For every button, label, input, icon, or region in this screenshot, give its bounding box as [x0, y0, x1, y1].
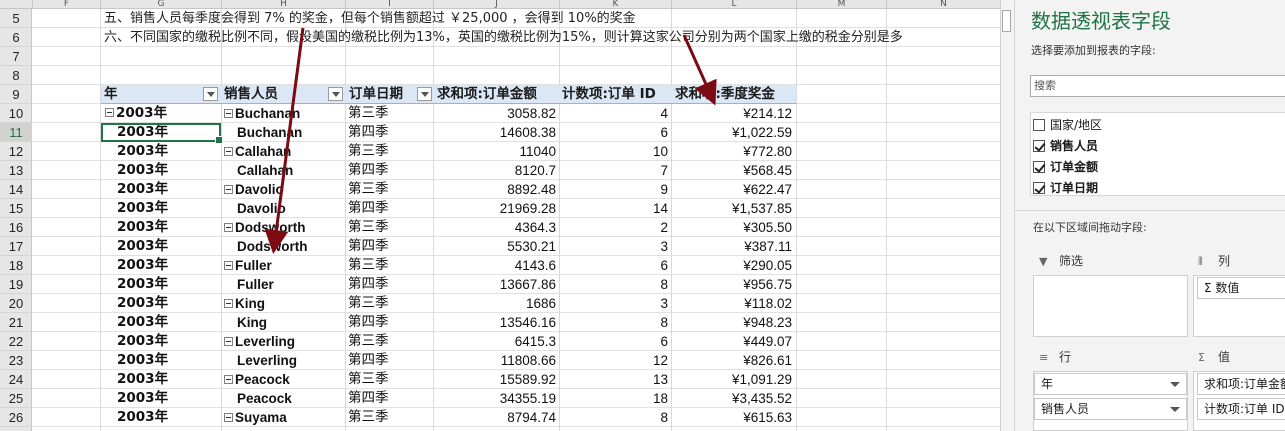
- rows-item-year[interactable]: 年: [1034, 373, 1187, 395]
- pane-title: 数据透视表字段: [1031, 9, 1171, 33]
- filter-area-label: 筛选: [1059, 254, 1084, 268]
- annotation-arrows: [264, 27, 717, 254]
- field-label: 销售人员: [1050, 139, 1099, 153]
- arrow-to-bonus-header: [682, 34, 717, 106]
- field-item-country[interactable]: 国家/地区: [1033, 116, 1102, 135]
- rows-item-salesperson[interactable]: 销售人员: [1034, 398, 1187, 420]
- chevron-down-icon[interactable]: [1170, 407, 1180, 412]
- columns-icon: ⦀: [1198, 255, 1203, 268]
- field-item-salesperson[interactable]: 销售人员: [1033, 137, 1098, 156]
- filter-area-header: ▼ 筛选: [1039, 252, 1083, 270]
- values-item-count-order-id[interactable]: 计数项:订单 ID: [1197, 398, 1285, 420]
- field-label: 国家/地区: [1050, 118, 1103, 132]
- rows-area-label: 行: [1059, 350, 1072, 364]
- arrow-to-dodsworth: [264, 27, 305, 254]
- checkbox-icon[interactable]: [1033, 119, 1045, 131]
- pane-divider: [1015, 210, 1285, 211]
- values-item-sum-amount[interactable]: 求和项:订单金额: [1197, 373, 1285, 395]
- checkbox-checked-icon[interactable]: [1033, 140, 1045, 152]
- sigma-icon: Σ: [1198, 351, 1205, 364]
- values-area-label: 值: [1218, 350, 1231, 364]
- spreadsheet-grid[interactable]: F G H I J K L M N 5 6 7 8 9 10 11 12 13 14 15 16 17 1…: [0, 0, 1000, 431]
- checkbox-checked-icon[interactable]: [1033, 182, 1045, 194]
- pivot-field-pane: 数据透视表字段 选择要添加到报表的字段: 搜索 国家/地区 销售人员 订单金额 …: [1014, 0, 1285, 431]
- chip-label: 销售人员: [1041, 402, 1090, 416]
- filter-drop-zone[interactable]: [1033, 275, 1188, 337]
- field-item-order-date[interactable]: 订单日期: [1033, 179, 1098, 198]
- field-item-order-amount[interactable]: 订单金额: [1033, 158, 1098, 177]
- field-search-input[interactable]: 搜索: [1030, 75, 1285, 97]
- filter-icon: ▼: [1039, 255, 1048, 268]
- field-label: 订单金额: [1050, 160, 1099, 174]
- drag-areas-label: 在以下区域间拖动字段:: [1033, 221, 1147, 234]
- chip-label: 年: [1041, 377, 1054, 391]
- scrollbar-thumb[interactable]: [1002, 10, 1011, 32]
- field-list: 国家/地区 销售人员 订单金额 订单日期: [1030, 112, 1285, 196]
- checkbox-checked-icon[interactable]: [1033, 161, 1045, 173]
- rows-area-header: ≡ 行: [1039, 348, 1071, 366]
- pane-subtitle: 选择要添加到报表的字段:: [1031, 44, 1156, 57]
- rows-icon: ≡: [1039, 351, 1049, 364]
- field-label: 订单日期: [1050, 181, 1099, 195]
- chevron-down-icon[interactable]: [1170, 382, 1180, 387]
- values-area-header: Σ值: [1198, 348, 1230, 366]
- columns-area-label: 列: [1218, 254, 1231, 268]
- vertical-scrollbar[interactable]: [1000, 0, 1014, 431]
- columns-area-header: ⦀ 列: [1198, 252, 1230, 270]
- columns-item-values[interactable]: Σ 数值: [1197, 277, 1285, 299]
